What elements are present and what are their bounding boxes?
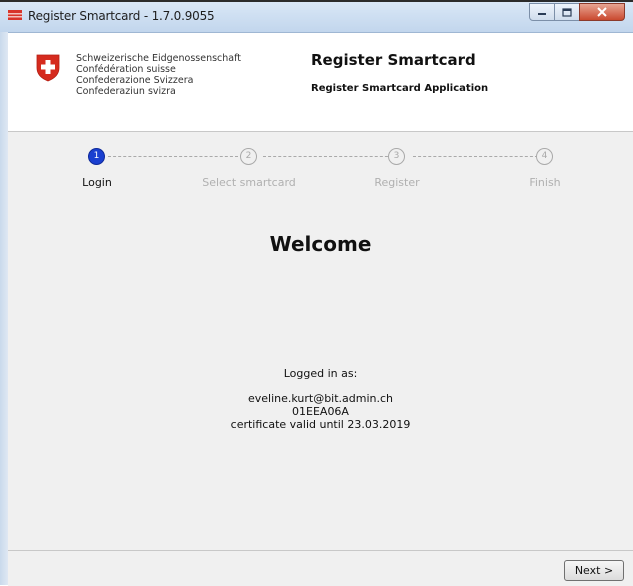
step-1-indicator: 1 [88, 148, 105, 165]
confederation-name: Schweizerische Eidgenossenschaft Confédé… [76, 53, 241, 97]
minimize-icon[interactable] [529, 3, 555, 21]
step-2-indicator: 2 [240, 148, 257, 165]
confederation-line-it: Confederazione Svizzera [76, 75, 194, 86]
window-frame [0, 32, 8, 585]
app-header: Schweizerische Eidgenossenschaft Confédé… [8, 33, 633, 132]
next-button[interactable]: Next > [564, 560, 624, 581]
window-controls [529, 3, 625, 21]
logged-in-label: Logged in as: [283, 367, 358, 380]
title-bar[interactable]: Register Smartcard - 1.7.0.9055 [0, 2, 633, 33]
confederation-line-rm: Confederaziun svizra [76, 86, 176, 97]
main-content: 1 2 3 4 Login Select smartcard Register … [8, 132, 633, 550]
step-2-label: Select smartcard [202, 176, 296, 189]
step-connector [263, 156, 393, 157]
app-subtitle: Register Smartcard Application [311, 83, 489, 94]
footer-bar: Next > [8, 550, 633, 586]
step-4-label: Finish [529, 176, 561, 189]
step-3-label: Register [374, 176, 420, 189]
user-email: eveline.kurt@bit.admin.ch [247, 392, 394, 405]
welcome-heading: Welcome [269, 232, 372, 256]
window-title: Register Smartcard - 1.7.0.9055 [28, 9, 215, 23]
certificate-validity: certificate valid until 23.03.2019 [230, 418, 411, 431]
app-window: Register Smartcard - 1.7.0.9055 Schweize… [0, 0, 633, 586]
swiss-coat-of-arms-icon [36, 54, 60, 82]
confederation-line-fr: Confédération suisse [76, 64, 176, 75]
wizard-stepper: 1 2 3 4 Login Select smartcard Register … [8, 148, 633, 198]
card-id: 01EEA06A [292, 405, 349, 418]
step-connector [413, 156, 538, 157]
close-icon[interactable] [579, 3, 625, 21]
step-3-indicator: 3 [388, 148, 405, 165]
app-title: Register Smartcard [311, 51, 476, 69]
app-icon [8, 10, 22, 20]
step-1-label: Login [82, 176, 112, 189]
maximize-icon[interactable] [554, 3, 580, 21]
step-connector [108, 156, 238, 157]
step-4-indicator: 4 [536, 148, 553, 165]
confederation-line-de: Schweizerische Eidgenossenschaft [76, 53, 242, 64]
